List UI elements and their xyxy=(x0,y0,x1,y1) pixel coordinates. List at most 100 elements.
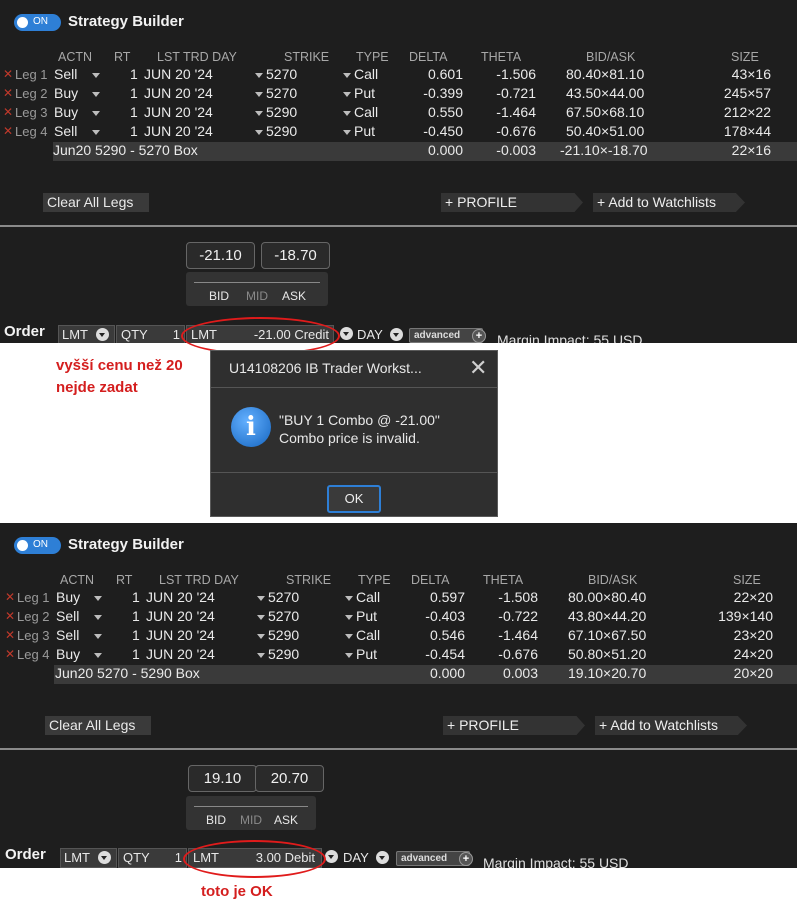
close-icon[interactable]: ✕ xyxy=(469,356,487,381)
type-dropdown-icon[interactable] xyxy=(345,596,353,601)
remove-leg-icon[interactable]: ✕ xyxy=(5,609,15,623)
leg-action[interactable]: Sell xyxy=(56,608,79,624)
qty-value: 1 xyxy=(172,327,180,342)
expiry-dropdown-icon[interactable] xyxy=(255,130,263,135)
leg-action[interactable]: Buy xyxy=(56,589,80,605)
leg-ratio: 1 xyxy=(132,627,140,643)
remove-leg-icon[interactable]: ✕ xyxy=(5,647,15,661)
expiry-dropdown-icon[interactable] xyxy=(257,615,265,620)
chevron-down-icon[interactable] xyxy=(390,328,403,341)
order-type-select[interactable]: LMT xyxy=(58,325,115,343)
order-type-select[interactable]: LMT xyxy=(60,848,117,868)
leg-delta: -0.454 xyxy=(425,646,465,662)
type-dropdown-icon[interactable] xyxy=(343,111,351,116)
leg-size: 212×22 xyxy=(723,104,771,120)
type-dropdown-icon[interactable] xyxy=(345,634,353,639)
price-scale[interactable]: BID MID ASK xyxy=(186,272,328,306)
leg-action[interactable]: Sell xyxy=(56,627,79,643)
remove-leg-icon[interactable]: ✕ xyxy=(3,67,13,81)
action-dropdown-icon[interactable] xyxy=(94,596,102,601)
expiry-dropdown-icon[interactable] xyxy=(255,111,263,116)
action-dropdown-icon[interactable] xyxy=(94,653,102,658)
on-toggle[interactable]: ON xyxy=(14,537,61,554)
add-to-watchlists-button[interactable]: + Add to Watchlists xyxy=(595,716,747,735)
scale-mid[interactable]: MID xyxy=(246,289,268,303)
leg-row[interactable]: ✕ Leg 3 Buy 1 JUN 20 '24 5290 Call 0.550… xyxy=(0,104,797,123)
scale-bid[interactable]: BID xyxy=(206,813,226,827)
bid-price-button[interactable]: -21.10 xyxy=(186,242,255,269)
chevron-down-icon[interactable] xyxy=(98,851,111,864)
advanced-button[interactable]: advanced + xyxy=(396,851,473,866)
leg-label: Leg 1 xyxy=(17,590,50,605)
chevron-down-icon[interactable] xyxy=(376,851,389,864)
expiry-dropdown-icon[interactable] xyxy=(255,73,263,78)
scale-mid[interactable]: MID xyxy=(240,813,262,827)
action-dropdown-icon[interactable] xyxy=(92,130,100,135)
leg-row[interactable]: ✕ Leg 1 Buy 1 JUN 20 '24 5270 Call 0.597… xyxy=(0,589,797,608)
type-dropdown-icon[interactable] xyxy=(343,130,351,135)
action-dropdown-icon[interactable] xyxy=(92,92,100,97)
leg-action[interactable]: Sell xyxy=(54,123,77,139)
leg-row[interactable]: ✕ Leg 2 Buy 1 JUN 20 '24 5270 Put -0.399… xyxy=(0,85,797,104)
scale-ask[interactable]: ASK xyxy=(274,813,298,827)
chevron-down-icon[interactable] xyxy=(96,328,109,341)
type-dropdown-icon[interactable] xyxy=(345,653,353,658)
ask-price-button[interactable]: -18.70 xyxy=(261,242,330,269)
expiry-dropdown-icon[interactable] xyxy=(255,92,263,97)
add-to-watchlists-button[interactable]: + Add to Watchlists xyxy=(593,193,745,212)
combo-name: Jun20 5270 - 5290 Box xyxy=(55,665,200,681)
leg-theta: -0.721 xyxy=(496,85,536,101)
ok-button[interactable]: OK xyxy=(327,485,381,513)
chevron-down-icon[interactable] xyxy=(340,327,353,340)
leg-row[interactable]: ✕ Leg 4 Buy 1 JUN 20 '24 5290 Put -0.454… xyxy=(0,646,797,665)
clear-all-legs-button[interactable]: Clear All Legs xyxy=(45,716,151,735)
on-toggle[interactable]: ON xyxy=(14,14,61,31)
combo-delta: 0.000 xyxy=(427,142,463,158)
time-in-force-select[interactable]: DAY xyxy=(354,325,406,343)
type-dropdown-icon[interactable] xyxy=(345,615,353,620)
action-dropdown-icon[interactable] xyxy=(94,615,102,620)
action-dropdown-icon[interactable] xyxy=(92,111,100,116)
type-dropdown-icon[interactable] xyxy=(343,92,351,97)
remove-leg-icon[interactable]: ✕ xyxy=(3,105,13,119)
leg-row[interactable]: ✕ Leg 4 Sell 1 JUN 20 '24 5290 Put -0.45… xyxy=(0,123,797,142)
time-in-force-select[interactable]: DAY xyxy=(340,848,392,868)
expiry-dropdown-icon[interactable] xyxy=(257,653,265,658)
leg-row[interactable]: ✕ Leg 2 Sell 1 JUN 20 '24 5270 Put -0.40… xyxy=(0,608,797,627)
action-dropdown-icon[interactable] xyxy=(92,73,100,78)
leg-type: Put xyxy=(356,608,378,624)
leg-row[interactable]: ✕ Leg 3 Sell 1 JUN 20 '24 5290 Call 0.54… xyxy=(0,627,797,646)
leg-row[interactable]: ✕ Leg 1 Sell 1 JUN 20 '24 5270 Call 0.60… xyxy=(0,66,797,85)
leg-action[interactable]: Buy xyxy=(56,646,80,662)
remove-leg-icon[interactable]: ✕ xyxy=(5,628,15,642)
action-dropdown-icon[interactable] xyxy=(94,634,102,639)
leg-action[interactable]: Buy xyxy=(54,85,78,101)
leg-delta: 0.550 xyxy=(427,104,463,120)
scale-ask[interactable]: ASK xyxy=(282,289,306,303)
quantity-field[interactable]: QTY 1 xyxy=(116,325,185,343)
order-type-value: LMT xyxy=(64,850,90,865)
expiry-dropdown-icon[interactable] xyxy=(257,634,265,639)
leg-action[interactable]: Sell xyxy=(54,66,77,82)
chevron-down-icon[interactable] xyxy=(325,850,338,863)
leg-ratio: 1 xyxy=(132,589,140,605)
clear-all-legs-button[interactable]: Clear All Legs xyxy=(43,193,149,212)
ask-price-button[interactable]: 20.70 xyxy=(255,765,324,792)
advanced-button[interactable]: advanced + xyxy=(409,328,486,343)
scale-bid[interactable]: BID xyxy=(209,289,229,303)
leg-delta: -0.403 xyxy=(425,608,465,624)
price-scale[interactable]: BID MID ASK xyxy=(186,796,316,830)
leg-type: Call xyxy=(356,589,381,605)
leg-action[interactable]: Buy xyxy=(54,104,78,120)
type-dropdown-icon[interactable] xyxy=(343,73,351,78)
profile-button[interactable]: + PROFILE xyxy=(443,716,585,735)
remove-leg-icon[interactable]: ✕ xyxy=(3,124,13,138)
bid-price-button[interactable]: 19.10 xyxy=(188,765,257,792)
profile-button[interactable]: + PROFILE xyxy=(441,193,583,212)
quantity-field[interactable]: QTY 1 xyxy=(118,848,187,868)
remove-leg-icon[interactable]: ✕ xyxy=(5,590,15,604)
leg-type: Call xyxy=(356,627,381,643)
expiry-dropdown-icon[interactable] xyxy=(257,596,265,601)
header-delta: DELTA xyxy=(411,573,450,587)
remove-leg-icon[interactable]: ✕ xyxy=(3,86,13,100)
